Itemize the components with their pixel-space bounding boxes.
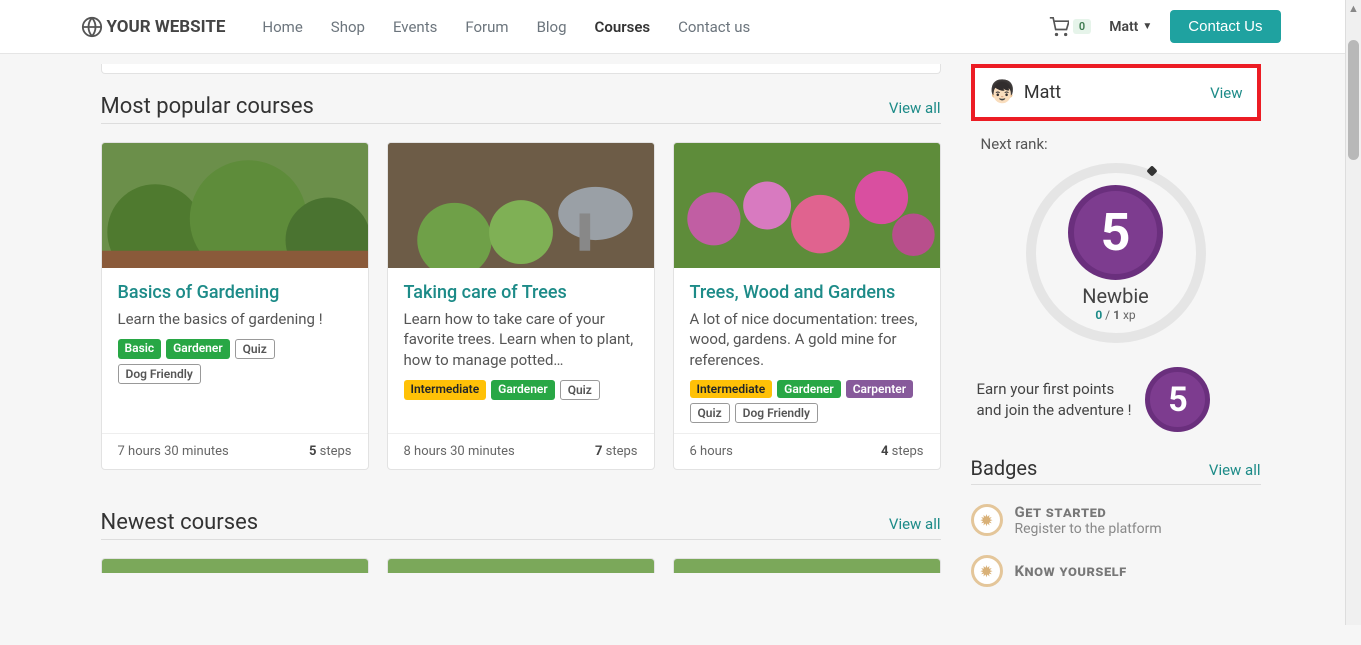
cart-count: 0 [1073, 19, 1091, 34]
badge-item[interactable]: ✹ Know yourself [971, 555, 1261, 587]
badge-seal-icon: ✹ [971, 555, 1003, 587]
tag[interactable]: Dog Friendly [735, 403, 818, 423]
brand-text: YOUR WEBSITE [107, 17, 226, 37]
cart-button[interactable]: 0 [1049, 17, 1091, 37]
profile-box-highlighted: 👦🏻 Matt View [971, 64, 1261, 121]
contact-us-button[interactable]: Contact Us [1170, 10, 1280, 43]
badges-view-all[interactable]: View all [1209, 461, 1261, 479]
course-footer: 8 hours 30 minutes 7 steps [388, 433, 654, 469]
course-tags: BasicGardenerQuiz Dog Friendly [118, 339, 352, 384]
badge-seal-icon: ✹ [971, 504, 1003, 536]
scrollbar-thumb[interactable] [1348, 40, 1359, 160]
scrollbar[interactable]: ▲ [1345, 0, 1361, 625]
sidebar: 👦🏻 Matt View Next rank: 5 Newbie 0 / 1 x… [971, 64, 1261, 605]
user-menu[interactable]: Matt ▼ [1109, 19, 1152, 35]
nav-link-contact-us[interactable]: Contact us [666, 10, 762, 44]
nav-links: HomeShopEventsForumBlogCoursesContact us [250, 10, 762, 44]
badge-item[interactable]: ✹ Get startedRegister to the platform [971, 503, 1261, 537]
course-title[interactable]: Trees, Wood and Gardens [690, 282, 924, 303]
newest-cards [101, 558, 941, 573]
popular-title: Most popular courses [101, 94, 314, 119]
popular-section-head: Most popular courses View all [101, 94, 941, 124]
tag[interactable]: Gardener [166, 339, 230, 359]
card-fragment [101, 64, 941, 74]
course-footer: 7 hours 30 minutes 5 steps [102, 433, 368, 469]
tag[interactable]: Gardener [491, 380, 555, 400]
badges-title: Badges [971, 456, 1038, 480]
newest-view-all[interactable]: View all [889, 515, 941, 533]
earn-line-2: and join the adventure ! [977, 400, 1132, 421]
rank-name: Newbie [1082, 284, 1149, 308]
nav-link-home[interactable]: Home [250, 10, 314, 44]
tag[interactable]: Quiz [560, 380, 600, 400]
nav-link-events[interactable]: Events [381, 10, 449, 44]
nav-link-blog[interactable]: Blog [525, 10, 579, 44]
course-card[interactable]: Taking care of Trees Learn how to take ca… [387, 142, 655, 470]
top-navbar: YOUR WEBSITE HomeShopEventsForumBlogCour… [0, 0, 1361, 54]
tag[interactable]: Intermediate [404, 380, 487, 400]
xp-max: 1 [1113, 308, 1120, 322]
caret-down-icon: ▼ [1142, 21, 1152, 32]
badge-name: Get started [1015, 503, 1162, 521]
popular-cards: Basics of Gardening Learn the basics of g… [101, 142, 941, 470]
globe-icon [81, 16, 103, 38]
tag[interactable]: Carpenter [846, 380, 913, 398]
cart-icon [1049, 17, 1069, 37]
nav-link-forum[interactable]: Forum [453, 10, 520, 44]
next-rank-label: Next rank: [971, 135, 1261, 153]
rank-badge-small-icon: 5 [1145, 367, 1210, 432]
course-thumb [388, 143, 654, 268]
course-title[interactable]: Basics of Gardening [118, 282, 352, 303]
rank-progress-ring: 5 Newbie 0 / 1 xp [1026, 163, 1206, 343]
avatar-icon: 👦🏻 [989, 80, 1016, 105]
course-tags: IntermediateGardener Carpenter QuizDog Fri… [690, 380, 924, 423]
course-thumb [674, 143, 940, 268]
tag[interactable]: Quiz [235, 339, 275, 359]
course-steps: 5 steps [309, 444, 352, 459]
newest-title: Newest courses [101, 510, 259, 535]
course-title[interactable]: Taking care of Trees [404, 282, 638, 303]
nav-link-shop[interactable]: Shop [319, 10, 377, 44]
nav-link-courses[interactable]: Courses [583, 10, 663, 44]
badges-section-head: Badges View all [971, 456, 1261, 485]
tag[interactable]: Intermediate [690, 380, 773, 398]
course-desc: Learn how to take care of your favorite … [404, 309, 638, 370]
rank-xp: 0 / 1 xp [1095, 308, 1135, 322]
course-desc: A lot of nice documentation: trees, wood… [690, 309, 924, 370]
course-steps: 7 steps [595, 444, 638, 459]
badge-name: Know yourself [1015, 562, 1127, 580]
course-card-thumb[interactable] [387, 558, 655, 573]
user-name: Matt [1109, 19, 1138, 35]
course-steps: 4 steps [881, 444, 924, 459]
badge-list: ✹ Get startedRegister to the platform ✹ Kno… [971, 503, 1261, 587]
tag[interactable]: Basic [118, 339, 162, 359]
earn-points-row: Earn your first points and join the adve… [971, 367, 1261, 432]
course-thumb [102, 143, 368, 268]
course-desc: Learn the basics of gardening ! [118, 309, 352, 329]
tag[interactable]: Gardener [777, 380, 841, 398]
earn-line-1: Earn your first points [977, 379, 1132, 400]
rank-badge-icon: 5 [1068, 185, 1163, 280]
course-duration: 7 hours 30 minutes [118, 444, 229, 459]
course-footer: 6 hours 4 steps [674, 433, 940, 469]
main-content: Most popular courses View all Basics of … [101, 64, 941, 605]
brand[interactable]: YOUR WEBSITE [81, 16, 226, 38]
course-card[interactable]: Basics of Gardening Learn the basics of g… [101, 142, 369, 470]
profile-name: Matt [1024, 82, 1061, 103]
profile-view-link[interactable]: View [1210, 84, 1242, 102]
newest-section-head: Newest courses View all [101, 510, 941, 540]
course-card[interactable]: Trees, Wood and Gardens A lot of nice doc… [673, 142, 941, 470]
course-card-thumb[interactable] [101, 558, 369, 573]
scroll-up-icon[interactable]: ▲ [1346, 2, 1361, 15]
badge-desc: Register to the platform [1015, 521, 1162, 537]
popular-view-all[interactable]: View all [889, 99, 941, 117]
course-duration: 6 hours [690, 444, 733, 459]
course-duration: 8 hours 30 minutes [404, 444, 515, 459]
tag[interactable]: Dog Friendly [118, 364, 201, 384]
course-tags: IntermediateGardenerQuiz [404, 380, 638, 400]
tag[interactable]: Quiz [690, 403, 730, 423]
course-card-thumb[interactable] [673, 558, 941, 573]
